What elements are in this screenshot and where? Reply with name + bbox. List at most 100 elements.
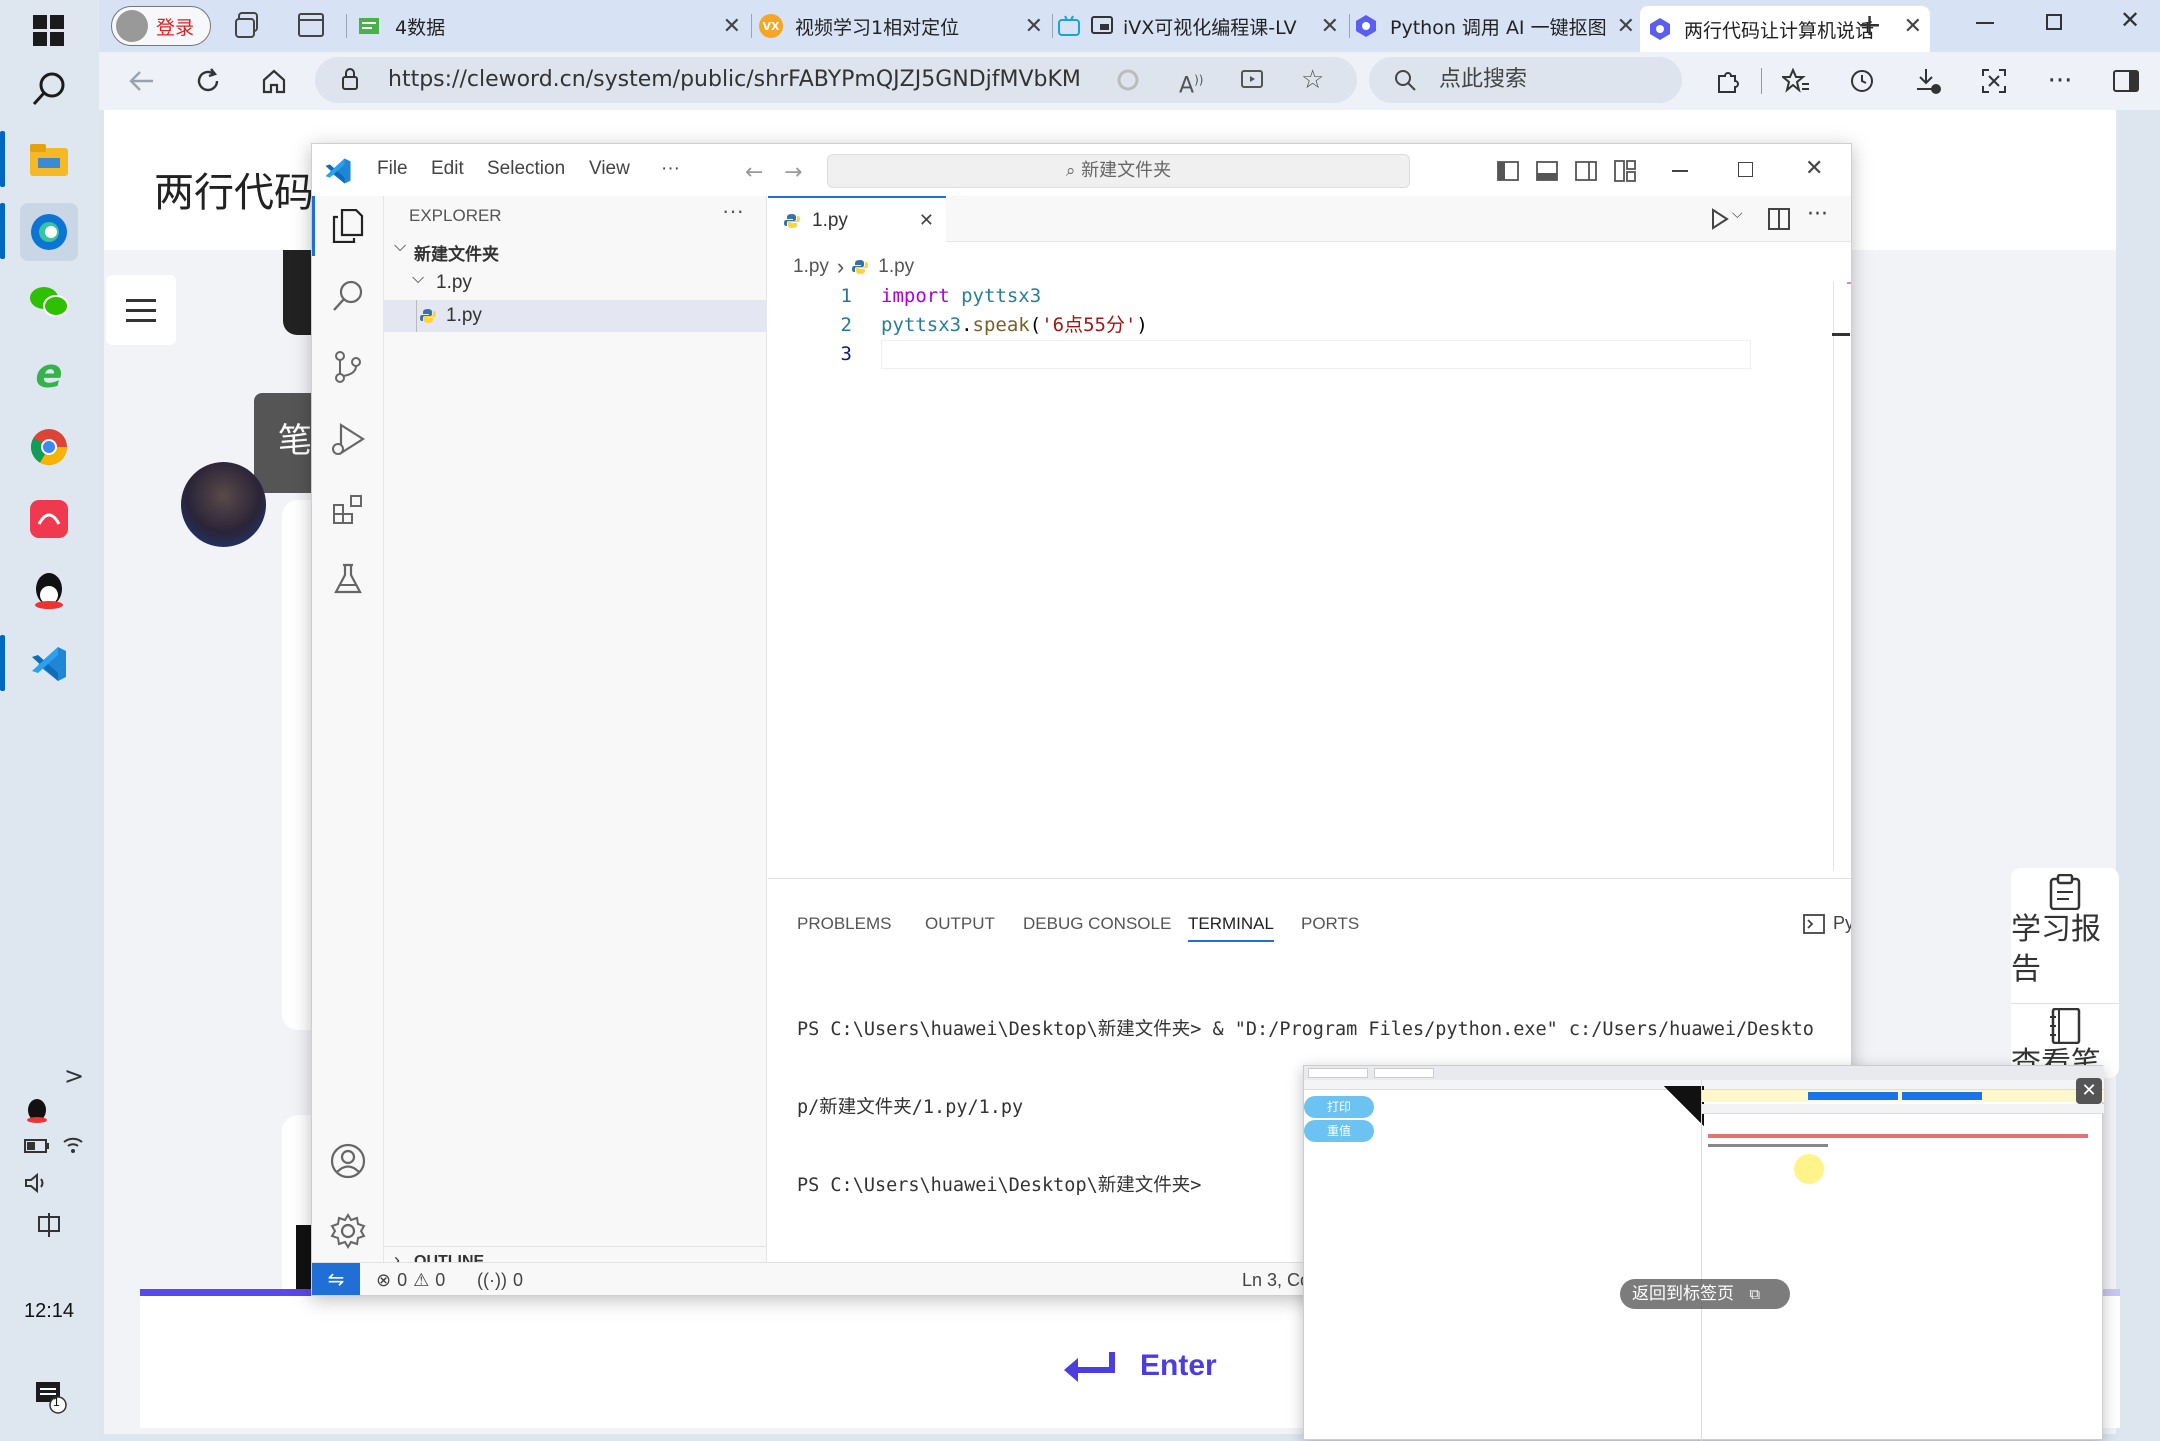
tab-problems[interactable]: PROBLEMS xyxy=(797,914,891,934)
toggle-panel-icon[interactable] xyxy=(1536,160,1558,182)
settings-gear-icon[interactable] xyxy=(325,1208,371,1254)
windows-start-icon[interactable] xyxy=(32,14,66,48)
home-icon[interactable] xyxy=(257,64,291,98)
edge-icon[interactable] xyxy=(20,203,78,261)
extensions-view-icon[interactable] xyxy=(325,486,371,532)
vscode-maximize-icon[interactable] xyxy=(1738,162,1753,177)
history-icon[interactable] xyxy=(1845,64,1879,98)
source-control-icon[interactable] xyxy=(325,344,371,390)
menu-view[interactable]: View xyxy=(589,158,630,180)
toggle-secondary-sidebar-icon[interactable] xyxy=(1575,160,1597,182)
battery-icon[interactable] xyxy=(24,1138,50,1154)
show-hidden-icons-button[interactable]: > xyxy=(64,1062,84,1090)
qq-icon[interactable] xyxy=(20,562,78,620)
close-tab-icon[interactable]: ✕ xyxy=(723,14,741,39)
editor-more-icon[interactable]: ··· xyxy=(1807,202,1828,227)
reset-button[interactable]: 重值 xyxy=(1304,1120,1374,1142)
favorite-star-icon[interactable]: ☆ xyxy=(1301,57,1324,103)
problems-status[interactable]: ⊗ 0 ⚠ 0 xyxy=(376,1270,445,1291)
tab-4data[interactable]: 4数据 ✕ xyxy=(357,6,749,46)
run-debug-icon[interactable] xyxy=(325,416,371,462)
split-editor-icon[interactable] xyxy=(1768,208,1790,230)
close-tab-icon[interactable]: ✕ xyxy=(1025,14,1043,39)
editor-tab[interactable]: 1.py ✕ xyxy=(768,196,946,243)
favorites-icon[interactable] xyxy=(1779,64,1813,98)
notification-icon[interactable]: 1 xyxy=(34,1380,68,1414)
menu-more[interactable]: ··· xyxy=(661,158,680,180)
address-bar[interactable]: https://cleword.cn/system/public/shrFABY… xyxy=(315,57,1357,103)
explorer-icon[interactable] xyxy=(325,203,371,249)
ports-status[interactable]: ((·)) 0 xyxy=(477,1270,523,1291)
back-icon[interactable] xyxy=(125,64,159,98)
close-editor-icon[interactable]: ✕ xyxy=(919,210,934,231)
close-tab-icon[interactable]: ✕ xyxy=(1617,14,1635,39)
restore-icon[interactable] xyxy=(2046,14,2062,30)
run-dropdown-icon[interactable]: ⌵ xyxy=(1732,206,1743,222)
vscode-icon[interactable] xyxy=(20,635,78,693)
wechat-icon[interactable] xyxy=(20,273,78,331)
nav-back-icon[interactable]: ← xyxy=(745,160,763,185)
menu-icon[interactable] xyxy=(106,275,176,345)
menu-edit[interactable]: Edit xyxy=(431,158,464,180)
tab-output[interactable]: OUTPUT xyxy=(925,914,995,934)
remote-icon[interactable]: ⇋ xyxy=(312,1263,360,1295)
vscode-minimize-icon[interactable] xyxy=(1672,170,1688,172)
close-preview-icon[interactable]: ✕ xyxy=(2076,1078,2102,1104)
return-to-tab-button[interactable]: 返回到标签页 ⧉ xyxy=(1620,1279,1790,1309)
refresh-page-icon[interactable] xyxy=(1116,68,1140,92)
testing-icon[interactable] xyxy=(325,556,371,602)
customize-layout-icon[interactable] xyxy=(1614,160,1636,182)
wifi-icon[interactable] xyxy=(62,1134,84,1154)
breadcrumb-item[interactable]: 1.py xyxy=(878,256,914,278)
app-red-icon[interactable] xyxy=(20,490,78,548)
tab-active-two-lines[interactable]: 两行代码让计算机说话 ✕ xyxy=(1640,6,1930,52)
read-aloud-icon[interactable]: A)) xyxy=(1179,57,1203,109)
new-tab-icon[interactable]: + xyxy=(1857,8,1882,43)
enter-button[interactable]: Enter xyxy=(1060,1348,1217,1384)
file-row[interactable]: 1.py xyxy=(384,300,767,332)
code-editor[interactable]: 1 import pyttsx3 2 pyttsx3.speak('6点55分'… xyxy=(768,282,1823,882)
close-tab-icon[interactable]: ✕ xyxy=(1904,14,1922,39)
close-tab-icon[interactable]: ✕ xyxy=(1321,14,1339,39)
vscode-close-icon[interactable]: ✕ xyxy=(1805,156,1823,181)
input-method-icon[interactable] xyxy=(36,1213,62,1237)
accounts-icon[interactable] xyxy=(325,1138,371,1184)
print-button[interactable]: 打印 xyxy=(1304,1096,1374,1118)
qq-tray-icon[interactable] xyxy=(26,1098,48,1124)
minimize-icon[interactable] xyxy=(1976,22,1994,24)
search-box[interactable]: 点此搜索 xyxy=(1369,57,1682,103)
subfolder-row[interactable]: ⌵ 1.py xyxy=(384,268,767,298)
search-view-icon[interactable] xyxy=(325,273,371,319)
workspaces-icon[interactable] xyxy=(235,12,261,38)
chrome-icon[interactable] xyxy=(20,418,78,476)
clock[interactable]: 12:14 xyxy=(24,1300,74,1323)
refresh-icon[interactable] xyxy=(191,64,225,98)
folder-row[interactable]: ⌵ 新建文件夹 xyxy=(384,236,767,266)
run-python-icon[interactable] xyxy=(1710,208,1730,230)
extensions-icon[interactable] xyxy=(1711,64,1745,98)
terminal-profile[interactable]: Python xyxy=(1803,913,1851,934)
search-icon[interactable] xyxy=(30,70,68,108)
breadcrumb-item[interactable]: 1.py xyxy=(793,256,829,278)
study-report-button[interactable]: 学习报告 xyxy=(2011,868,2119,990)
app-available-icon[interactable] xyxy=(1240,68,1264,92)
ie-icon[interactable]: e xyxy=(20,345,78,403)
tab-debug-console[interactable]: DEBUG CONSOLE xyxy=(1023,914,1171,934)
nav-forward-icon[interactable]: → xyxy=(784,160,802,185)
tab-video[interactable]: VX 视频学习1相对定位 ✕ xyxy=(759,6,1051,46)
tab-python-ai[interactable]: Python 调用 AI 一键抠图 ✕ xyxy=(1354,6,1643,46)
sidebar-toggle-icon[interactable] xyxy=(2109,64,2143,98)
tab-ports[interactable]: PORTS xyxy=(1301,914,1359,934)
volume-icon[interactable] xyxy=(24,1172,50,1194)
tab-terminal[interactable]: TERMINAL xyxy=(1188,914,1274,942)
floating-preview-window[interactable]: 打印 重值 ✕ 返回到标签页 ⧉ xyxy=(1303,1065,2104,1441)
menu-selection[interactable]: Selection xyxy=(487,158,565,180)
downloads-icon[interactable] xyxy=(1911,64,1945,98)
file-explorer-icon[interactable] xyxy=(20,131,78,189)
profile-button[interactable]: 登录 xyxy=(111,6,211,46)
screenshot-icon[interactable] xyxy=(1977,64,2011,98)
close-window-icon[interactable]: ✕ xyxy=(2120,6,2140,34)
tab-actions-icon[interactable] xyxy=(298,12,324,38)
tab-ivx-course[interactable]: iVX可视化编程课-LV ✕ xyxy=(1057,6,1347,46)
more-options-icon[interactable]: ··· xyxy=(2043,64,2077,98)
